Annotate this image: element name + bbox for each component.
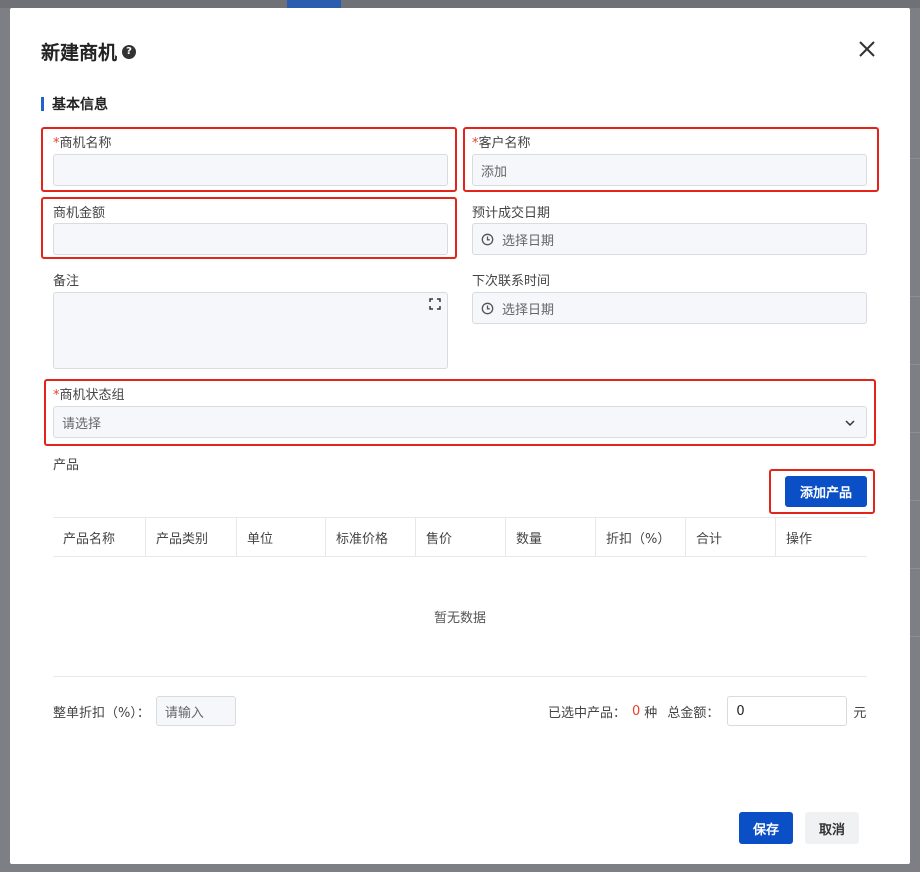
close-icon [859,41,875,57]
currency-unit: 元 [853,705,867,721]
background-divider [910,364,920,365]
amount-input[interactable] [53,223,448,255]
selected-products-count: 0 [632,703,641,719]
customer-name-label: *客户名称 [472,132,531,151]
column-header: 折扣（%） [596,518,686,556]
total-amount-value: 0 [736,703,745,719]
remark-textarea[interactable] [53,292,448,369]
background-divider [910,432,920,433]
products-empty-state: 暂无数据 [53,557,867,677]
order-discount-label: 整单折扣（%）： [53,705,150,721]
background-left-strip [0,8,10,872]
remark-label: 备注 [53,274,80,289]
opportunity-name-input[interactable] [53,154,448,186]
amount-label: 商机金额 [53,206,106,221]
column-header: 合计 [686,518,776,556]
expand-icon[interactable] [429,298,441,314]
close-button[interactable] [856,38,878,60]
background-divider [910,158,920,159]
clock-icon [481,233,494,246]
column-header: 单位 [237,518,326,556]
customer-name-label-text: 客户名称 [478,136,531,151]
status-group-placeholder: 请选择 [62,416,102,432]
next-contact-time-label: 下次联系时间 [472,274,551,289]
background-divider [910,500,920,501]
selected-products-label: 已选中产品： [548,705,627,721]
expected-close-date-label: 预计成交日期 [472,206,551,221]
column-header: 售价 [416,518,506,556]
expected-close-date-picker[interactable]: 选择日期 [472,223,867,255]
order-discount-input[interactable]: 请输入 [155,696,236,726]
background-divider [910,636,920,637]
help-icon[interactable]: ? [122,44,137,59]
background-divider [910,568,920,569]
background-right-strip [910,8,920,872]
opportunity-name-label: *商机名称 [53,132,112,151]
next-contact-time-placeholder: 选择日期 [502,302,555,318]
background-topbar [0,0,920,8]
dialog-title: 新建商机 ? [41,38,137,65]
opportunity-name-label-text: 商机名称 [59,136,112,151]
column-header: 产品名称 [53,518,146,556]
next-contact-time-picker[interactable]: 选择日期 [472,292,867,324]
save-button[interactable]: 保存 [739,812,793,844]
clock-icon [481,302,494,315]
background-active-tab [287,0,341,8]
column-header: 标准价格 [326,518,416,556]
expected-close-date-placeholder: 选择日期 [502,233,555,249]
total-amount-input[interactable]: 0 [727,696,848,726]
column-header: 数量 [506,518,596,556]
cancel-button[interactable]: 取消 [805,812,859,844]
customer-name-value: 添加 [481,164,508,180]
status-group-label: *商机状态组 [53,384,125,403]
chevron-down-icon [844,417,856,433]
order-discount-group: 整单折扣（%）： 请输入 [53,696,236,726]
products-table: 产品名称 产品类别 单位 标准价格 售价 数量 折扣（%） 合计 操作 暂无数据 [53,517,867,677]
section-accent-bar [41,97,44,111]
customer-name-input[interactable]: 添加 [472,154,867,186]
column-header: 操作 [786,531,813,547]
totals-group: 已选中产品： 0 种 总金额： 0 元 [548,696,866,726]
dialog-title-text: 新建商机 [41,42,118,64]
status-group-label-text: 商机状态组 [59,388,125,403]
products-table-header: 产品名称 产品类别 单位 标准价格 售价 数量 折扣（%） 合计 操作 [53,517,867,557]
order-discount-placeholder: 请输入 [164,705,204,721]
products-label: 产品 [53,458,80,473]
add-product-button[interactable]: 添加产品 [785,476,867,507]
section-title-text: 基本信息 [52,97,108,113]
new-opportunity-dialog: 新建商机 ? 基本信息 *商机名称 *客户名称 添加 商机金额 预计成交日期 选… [10,8,910,864]
status-group-select[interactable]: 请选择 [53,406,867,438]
selected-products-unit: 种 [644,705,658,721]
section-basic-info: 基本信息 [41,94,108,114]
column-header: 产品类别 [146,518,237,556]
total-amount-label: 总金额： [667,705,720,721]
background-divider [910,296,920,297]
